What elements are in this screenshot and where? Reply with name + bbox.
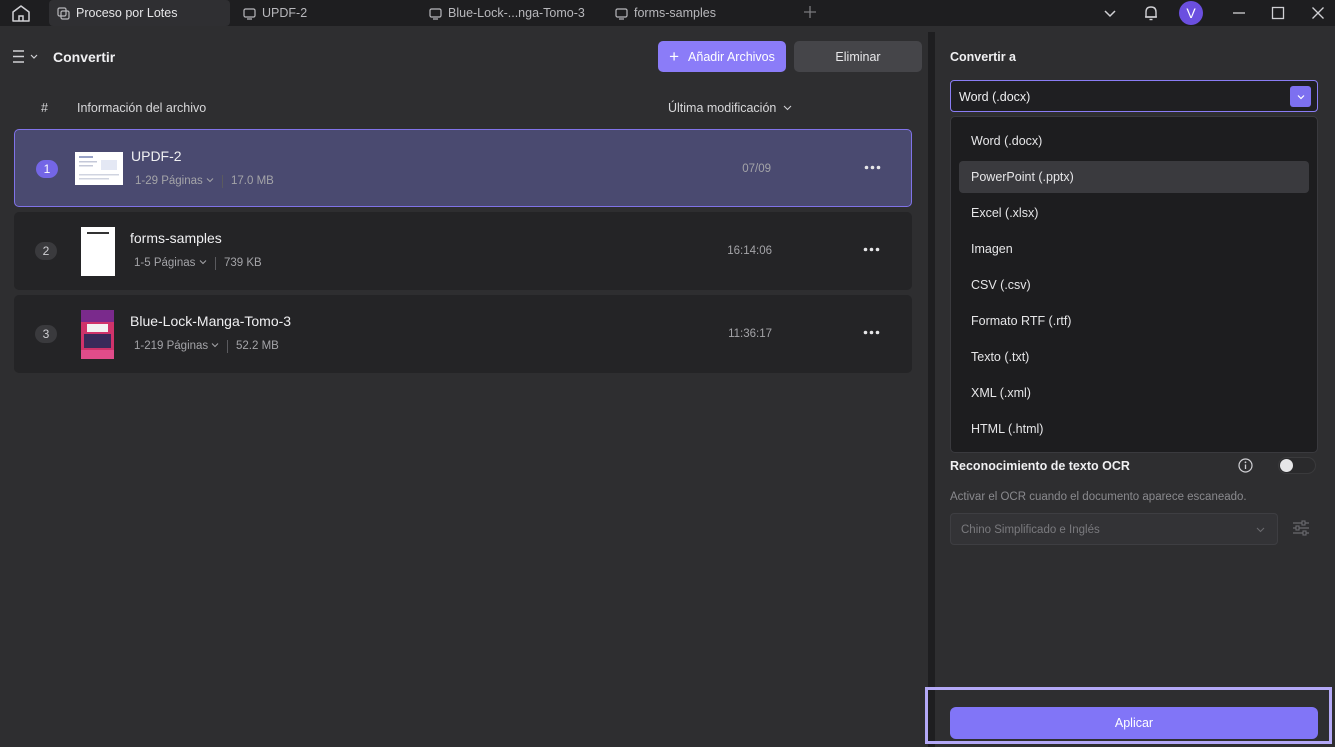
file-name: UPDF-2 [131, 148, 182, 164]
table-row[interactable]: 2 forms-samples 1-5 Páginas 739 KB 16:14… [14, 212, 912, 290]
tab-label: UPDF-2 [262, 6, 308, 20]
ocr-description: Activar el OCR cuando el documento apare… [950, 491, 1247, 503]
page-range-label: 1-219 Páginas [134, 340, 209, 352]
page-range-label: 1-5 Páginas [134, 257, 196, 269]
toggle-knob [1280, 459, 1293, 472]
settings-sliders-icon[interactable] [1292, 519, 1310, 537]
panel-divider [928, 32, 935, 747]
tab-forms-samples[interactable]: forms-samples [607, 0, 787, 26]
home-icon[interactable] [10, 4, 32, 22]
column-header-index: # [41, 101, 48, 115]
tab-updf-2[interactable]: UPDF-2 [235, 0, 415, 26]
info-icon[interactable] [1238, 458, 1253, 473]
chevron-down-icon [1256, 527, 1265, 533]
format-option-excel[interactable]: Excel (.xlsx) [959, 197, 1309, 229]
page-range[interactable]: 1-5 Páginas [134, 257, 207, 269]
convert-to-title: Convertir a [950, 50, 1016, 64]
column-header-modified-label: Última modificación [668, 101, 777, 115]
chevron-down-icon [199, 260, 206, 265]
tab-label: forms-samples [634, 6, 716, 20]
table-row[interactable]: 1 UPDF-2 1-29 Páginas 17.0 MB 07/09 [14, 129, 912, 207]
format-option-xml[interactable]: XML (.xml) [959, 377, 1309, 409]
format-select[interactable]: Word (.docx) [950, 80, 1318, 112]
chevron-down-icon [783, 105, 792, 111]
page-range[interactable]: 1-29 Páginas [135, 175, 214, 187]
file-size: 739 KB [224, 257, 262, 269]
document-tab-icon [429, 7, 442, 20]
column-header-info: Información del archivo [77, 101, 207, 115]
ocr-language-select[interactable]: Chino Simplificado e Inglés [950, 513, 1278, 545]
chevron-down-icon [212, 343, 219, 348]
modified-date: 16:14:06 [727, 245, 772, 257]
more-options-icon[interactable] [863, 247, 880, 252]
format-option-rtf[interactable]: Formato RTF (.rtf) [959, 305, 1309, 337]
modified-date: 11:36:17 [728, 328, 772, 340]
ocr-label: Reconocimiento de texto OCR [950, 459, 1130, 473]
row-index: 3 [35, 325, 57, 343]
new-tab-plus-icon[interactable] [802, 4, 818, 20]
delete-button[interactable]: Eliminar [794, 41, 922, 72]
ocr-toggle[interactable] [1278, 457, 1316, 474]
format-select-value: Word (.docx) [959, 90, 1031, 104]
row-index: 1 [36, 160, 58, 178]
page-range-label: 1-29 Páginas [135, 175, 203, 187]
page-range[interactable]: 1-219 Páginas [134, 340, 219, 352]
modified-date: 07/09 [742, 163, 771, 175]
menu-icon[interactable] [13, 50, 39, 63]
add-files-label: Añadir Archivos [688, 49, 775, 64]
format-option-word[interactable]: Word (.docx) [959, 125, 1309, 157]
apply-button[interactable]: Aplicar [950, 707, 1318, 739]
file-thumbnail [81, 227, 115, 276]
row-index: 2 [35, 242, 57, 260]
divider [215, 257, 216, 270]
file-thumbnail [75, 152, 123, 185]
tab-label: Proceso por Lotes [76, 6, 178, 20]
document-tab-icon [615, 7, 628, 20]
format-option-html[interactable]: HTML (.html) [959, 413, 1309, 445]
batch-icon [57, 6, 70, 20]
tab-label: Blue-Lock-...nga-Tomo-3 [448, 6, 585, 20]
bell-icon[interactable] [1141, 3, 1161, 23]
format-option-csv[interactable]: CSV (.csv) [959, 269, 1309, 301]
format-option-image[interactable]: Imagen [959, 233, 1309, 265]
close-icon[interactable] [1308, 3, 1328, 23]
file-size: 17.0 MB [231, 175, 274, 187]
page-title: Convertir [53, 49, 116, 65]
chevron-down-icon [206, 178, 214, 183]
table-row[interactable]: 3 Blue-Lock-Manga-Tomo-3 1-219 Páginas 5… [14, 295, 912, 373]
minimize-icon[interactable] [1229, 3, 1249, 23]
chevron-down-icon [1290, 86, 1311, 107]
tab-batch[interactable]: Proceso por Lotes [49, 0, 230, 26]
plus-icon: + [669, 47, 680, 66]
title-bar: Proceso por Lotes UPDF-2 Blue-Lock-...ng… [0, 0, 1335, 26]
ocr-language-value: Chino Simplificado e Inglés [961, 524, 1100, 536]
format-option-text[interactable]: Texto (.txt) [959, 341, 1309, 373]
chevron-down-icon[interactable] [1100, 3, 1120, 23]
more-options-icon[interactable] [863, 330, 880, 335]
document-tab-icon [243, 7, 256, 20]
format-option-powerpoint[interactable]: PowerPoint (.pptx) [959, 161, 1309, 193]
add-files-button[interactable]: + Añadir Archivos [658, 41, 786, 72]
maximize-icon[interactable] [1268, 3, 1288, 23]
avatar[interactable]: V [1179, 1, 1203, 25]
file-name: forms-samples [130, 230, 222, 246]
format-dropdown: Word (.docx) PowerPoint (.pptx) Excel (.… [950, 116, 1318, 453]
divider [227, 340, 228, 353]
file-name: Blue-Lock-Manga-Tomo-3 [130, 313, 292, 329]
more-options-icon[interactable] [864, 165, 881, 170]
file-thumbnail [81, 310, 114, 359]
column-header-modified[interactable]: Última modificación [668, 101, 792, 115]
file-size: 52.2 MB [236, 340, 279, 352]
divider [222, 175, 223, 188]
tab-blue-lock[interactable]: Blue-Lock-...nga-Tomo-3 [421, 0, 601, 26]
